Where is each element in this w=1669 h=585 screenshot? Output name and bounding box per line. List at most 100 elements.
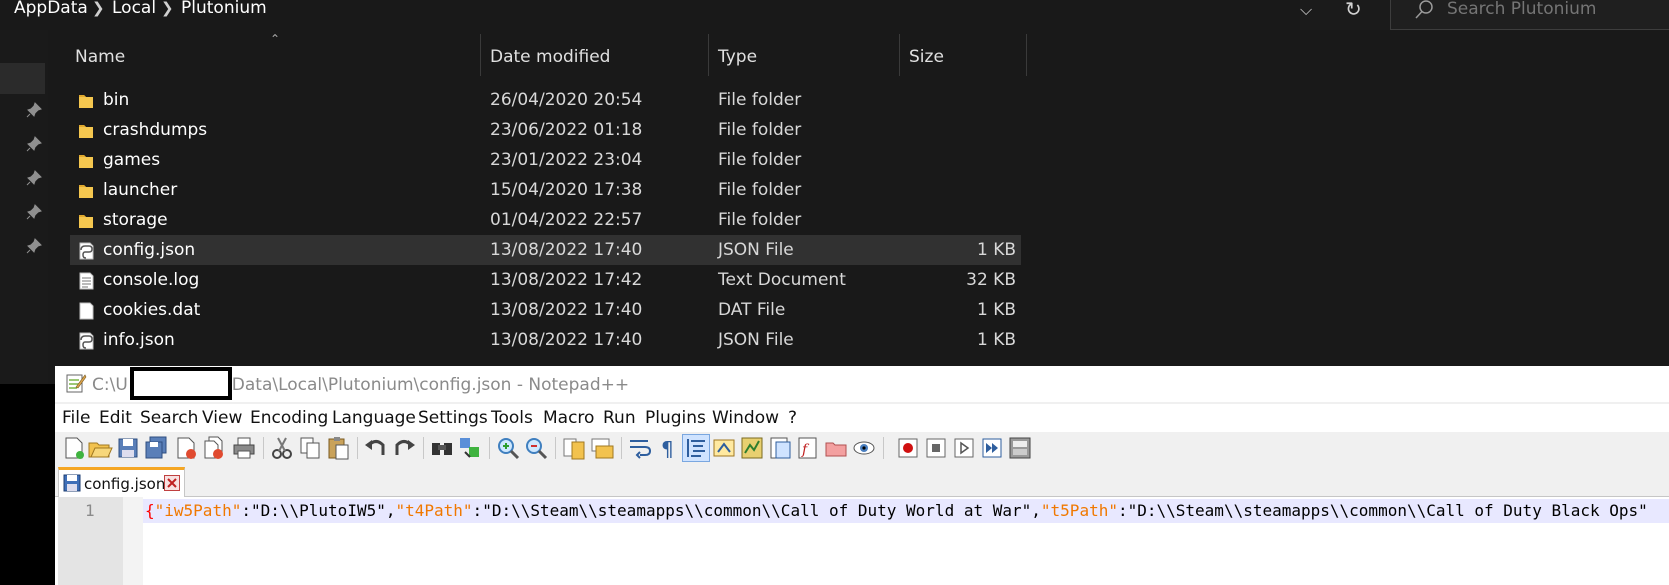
pin-icon[interactable]: [26, 136, 42, 152]
column-header-size[interactable]: Size: [909, 47, 944, 67]
menu-settings[interactable]: Settings: [418, 408, 488, 428]
paste-icon[interactable]: [325, 435, 351, 461]
column-header-name[interactable]: Name: [75, 47, 125, 67]
breadcrumb-appdata[interactable]: AppData: [14, 0, 88, 18]
menu-help[interactable]: ?: [788, 408, 797, 428]
notepad-app-icon: [66, 374, 87, 393]
menu-tools[interactable]: Tools: [491, 408, 533, 428]
zoom-out-icon[interactable]: [523, 435, 549, 461]
file-row[interactable]: bin 26/04/2020 20:54 File folder: [70, 85, 1021, 115]
column-header-date[interactable]: Date modified: [490, 47, 610, 67]
folder-as-workspace-icon[interactable]: [823, 435, 849, 461]
zoom-in-icon[interactable]: [495, 435, 521, 461]
run-macro-multiple-icon[interactable]: [979, 435, 1005, 461]
sort-ascending-icon: ⌃: [270, 32, 281, 46]
json-value: "D:\\Steam\\steamapps\\common\\Call of D…: [482, 501, 1032, 520]
file-row[interactable]: games 23/01/2022 23:04 File folder: [70, 145, 1021, 175]
find-icon[interactable]: [429, 435, 455, 461]
pin-icon[interactable]: [26, 102, 42, 118]
json-key: "t4Path": [395, 501, 473, 520]
show-all-characters-icon[interactable]: ¶: [655, 435, 681, 461]
menu-plugins[interactable]: Plugins: [645, 408, 706, 428]
document-map-icon[interactable]: [739, 435, 765, 461]
redo-icon[interactable]: [391, 435, 417, 461]
file-name: info.json: [103, 330, 175, 350]
menu-macro[interactable]: Macro: [543, 408, 594, 428]
file-row[interactable]: config.json 13/08/2022 17:40 JSON File 1 KB: [70, 235, 1021, 265]
pin-icon[interactable]: [26, 170, 42, 186]
chevron-down-icon[interactable]: ⌵: [1300, 0, 1312, 20]
toolbar-separator: [357, 437, 358, 459]
function-list-icon[interactable]: f: [795, 435, 821, 461]
menu-file[interactable]: File: [62, 408, 90, 428]
undo-icon[interactable]: [363, 435, 389, 461]
close-all-icon[interactable]: [201, 435, 227, 461]
menu-search[interactable]: Search: [140, 408, 198, 428]
document-list-icon[interactable]: [767, 435, 793, 461]
file-date-modified: 13/08/2022 17:40: [490, 330, 643, 350]
search-box[interactable]: [1390, 0, 1669, 30]
column-header-type[interactable]: Type: [718, 47, 757, 67]
search-icon: [1415, 0, 1433, 19]
json-colon: :: [1117, 501, 1128, 520]
file-row[interactable]: crashdumps 23/06/2022 01:18 File folder: [70, 115, 1021, 145]
breadcrumb-local[interactable]: Local: [112, 0, 156, 18]
cut-icon[interactable]: [269, 435, 295, 461]
menu-edit[interactable]: Edit: [99, 408, 132, 428]
folder-icon: [79, 125, 93, 138]
play-macro-icon[interactable]: [951, 435, 977, 461]
word-wrap-icon[interactable]: [627, 435, 653, 461]
pin-icon[interactable]: [26, 238, 42, 254]
menu-view[interactable]: View: [202, 408, 242, 428]
breadcrumb-plutonium[interactable]: Plutonium: [181, 0, 267, 18]
copy-icon[interactable]: [297, 435, 323, 461]
record-macro-icon[interactable]: [895, 435, 921, 461]
stop-macro-icon[interactable]: [923, 435, 949, 461]
nav-item-selected[interactable]: [0, 63, 45, 94]
pin-icon[interactable]: [26, 204, 42, 220]
column-divider[interactable]: [899, 34, 900, 76]
column-divider[interactable]: [480, 34, 481, 76]
breadcrumb-separator-icon: ❯: [161, 0, 174, 17]
replace-icon[interactable]: [457, 435, 483, 461]
refresh-icon[interactable]: ↻: [1345, 0, 1362, 20]
sync-horizontal-icon[interactable]: [589, 435, 615, 461]
file-type: File folder: [718, 120, 802, 140]
file-row[interactable]: console.log 13/08/2022 17:42 Text Document…: [70, 265, 1021, 295]
column-divider[interactable]: [708, 34, 709, 76]
file-name: cookies.dat: [103, 300, 201, 320]
close-file-icon[interactable]: [173, 435, 199, 461]
tab-config-json[interactable]: config.json: [58, 467, 185, 497]
user-defined-language-icon[interactable]: [711, 435, 737, 461]
open-file-icon[interactable]: [87, 435, 113, 461]
search-input[interactable]: [1447, 0, 1667, 19]
print-icon[interactable]: [231, 435, 257, 461]
file-size: 1 KB: [976, 330, 1016, 350]
file-row[interactable]: launcher 15/04/2020 17:38 File folder: [70, 175, 1021, 205]
file-row[interactable]: info.json 13/08/2022 17:40 JSON File 1 KB: [70, 325, 1021, 355]
save-all-icon[interactable]: [143, 435, 169, 461]
folder-icon: [79, 155, 93, 168]
indent-guide-icon[interactable]: [682, 434, 710, 462]
new-file-icon[interactable]: [61, 435, 87, 461]
fold-margin[interactable]: [123, 497, 143, 585]
file-date-modified: 13/08/2022 17:40: [490, 300, 643, 320]
menu-encoding[interactable]: Encoding: [250, 408, 328, 428]
sync-vertical-icon[interactable]: [561, 435, 587, 461]
toolbar-separator: [883, 437, 884, 459]
json-key: "t5Path": [1040, 501, 1118, 520]
menu-language[interactable]: Language: [332, 408, 416, 428]
menu-run[interactable]: Run: [603, 408, 636, 428]
address-field[interactable]: AppData ❯ Local ❯ Plutonium: [0, 0, 1300, 30]
file-row[interactable]: storage 01/04/2022 22:57 File folder: [70, 205, 1021, 235]
column-divider[interactable]: [1026, 34, 1027, 76]
code-line[interactable]: {"iw5Path":"D:\\PlutoIW5","t4Path":"D:\\…: [145, 501, 1648, 521]
monitoring-icon[interactable]: [851, 435, 877, 461]
file-row[interactable]: cookies.dat 13/08/2022 17:40 DAT File 1 KB: [70, 295, 1021, 325]
menu-window[interactable]: Window: [712, 408, 779, 428]
close-tab-icon[interactable]: [164, 475, 180, 491]
save-macro-icon[interactable]: [1007, 435, 1033, 461]
toolbar-separator: [423, 437, 424, 459]
save-icon[interactable]: [115, 435, 141, 461]
code-editor[interactable]: 1 {"iw5Path":"D:\\PlutoIW5","t4Path":"D:…: [55, 497, 1669, 585]
